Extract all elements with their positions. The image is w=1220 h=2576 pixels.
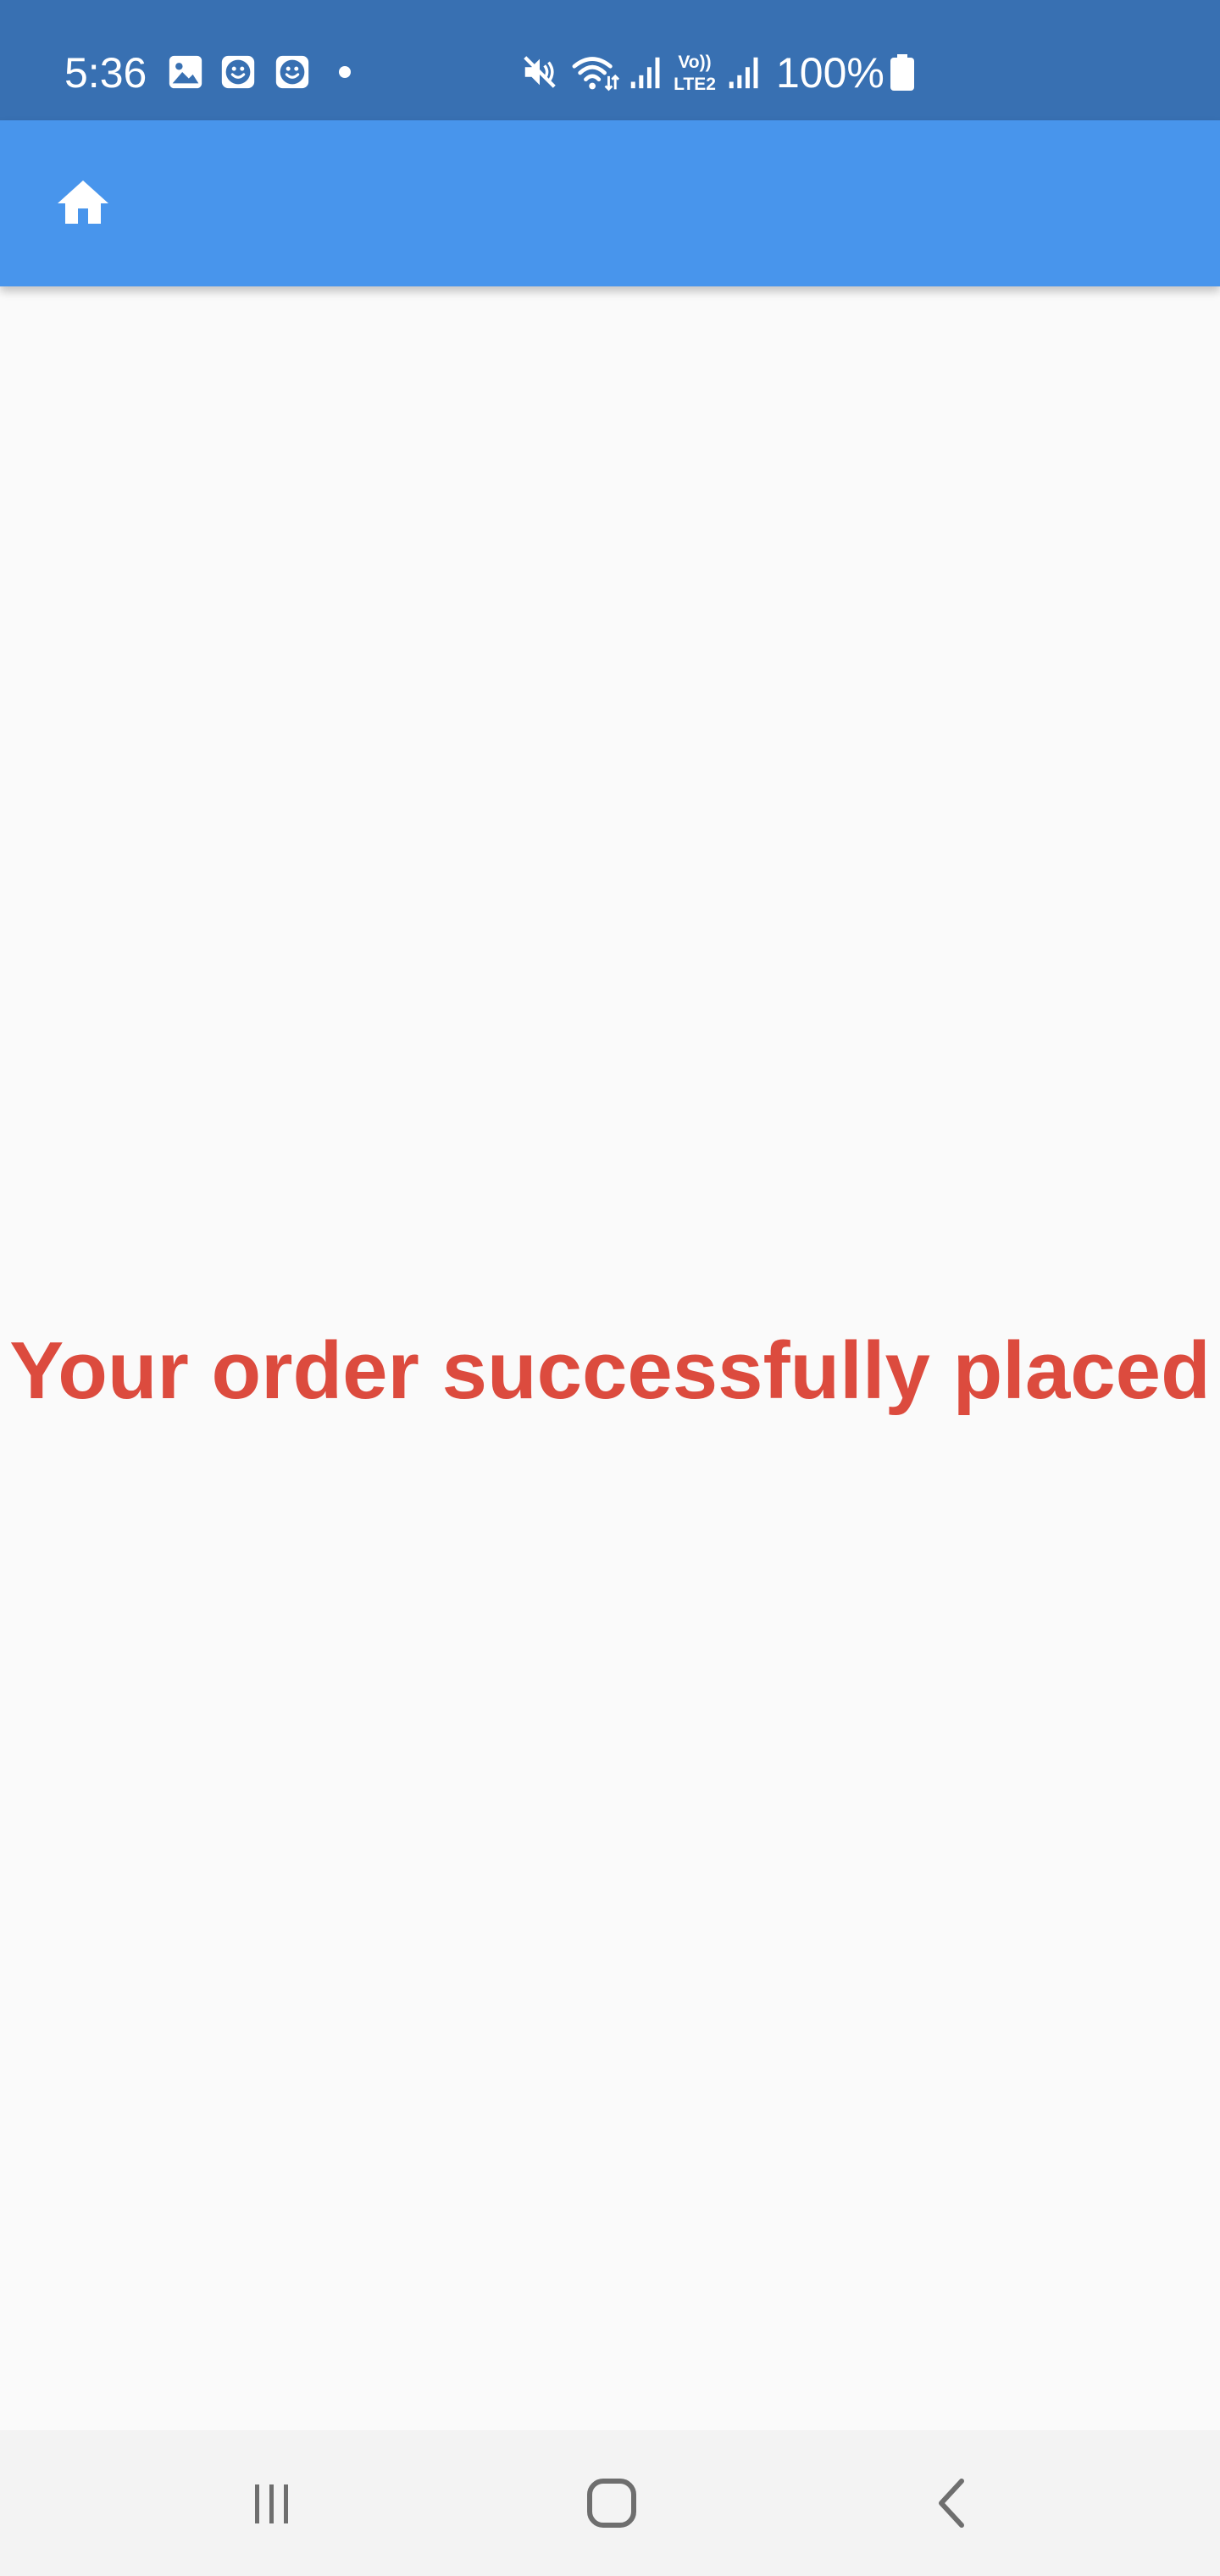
signal-icon (729, 57, 758, 89)
home-button[interactable] (42, 163, 124, 244)
home-nav-button[interactable] (569, 2461, 654, 2545)
wifi-icon (572, 57, 620, 92)
battery-percent: 100% (776, 49, 884, 97)
recent-apps-icon (255, 2484, 288, 2523)
main-content: Your order successfully placed (0, 286, 1220, 2430)
network-label-bottom: LTE2 (674, 75, 716, 94)
signal-icon (630, 57, 660, 89)
order-success-message: Your order successfully placed (9, 1325, 1211, 1416)
recent-apps-button[interactable] (229, 2461, 313, 2545)
back-icon (939, 2479, 964, 2528)
home-button-icon (587, 2479, 636, 2528)
status-bar: 5:36 Vo)) LTE2 100% (0, 0, 1220, 120)
home-icon (58, 180, 108, 224)
network-label: Vo)) LTE2 (674, 53, 716, 94)
status-time: 5:36 (64, 49, 147, 97)
face-icon (221, 55, 255, 89)
network-label-top: Vo)) (678, 53, 711, 72)
mute-icon (524, 56, 556, 88)
dot-icon (339, 66, 351, 78)
app-bar (0, 120, 1220, 286)
navigation-bar (0, 2430, 1220, 2576)
battery-icon (890, 54, 914, 91)
gallery-icon (169, 55, 202, 89)
back-button[interactable] (910, 2461, 995, 2545)
face-icon (275, 55, 309, 89)
